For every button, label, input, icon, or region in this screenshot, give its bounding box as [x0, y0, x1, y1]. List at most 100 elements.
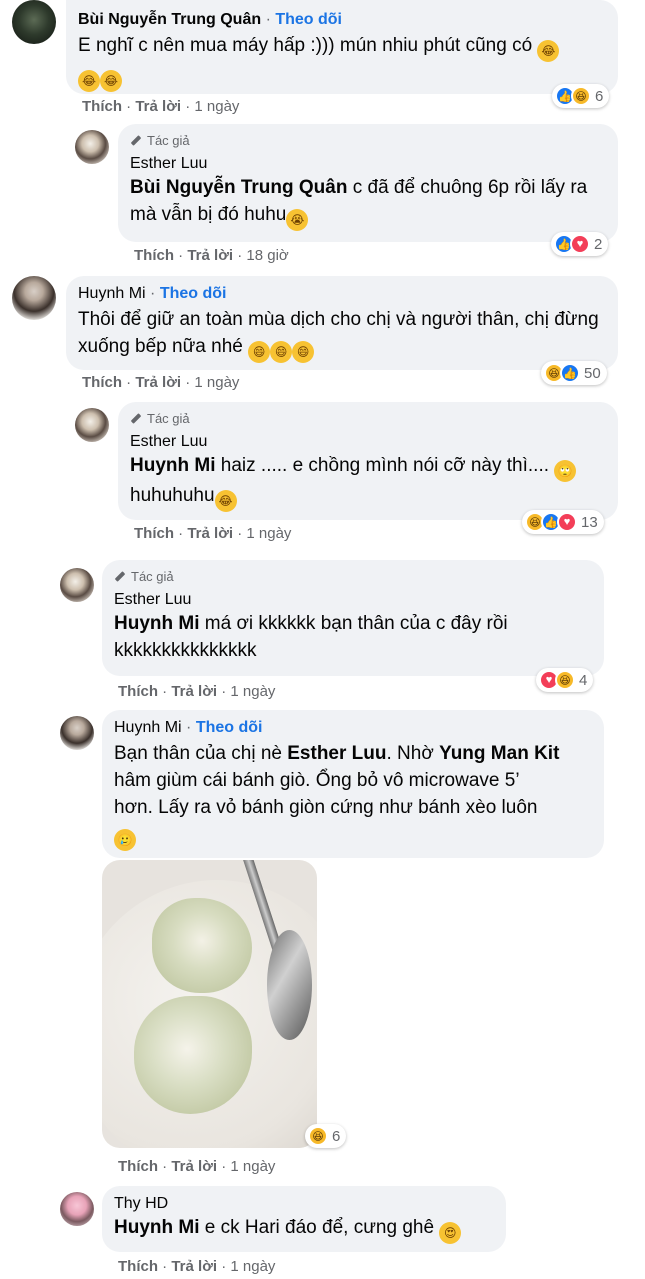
timestamp[interactable]: 1 ngày	[246, 525, 291, 542]
timestamp[interactable]: 1 ngày	[230, 1158, 275, 1175]
reply-link[interactable]: Trả lời	[187, 525, 233, 542]
comment-bubble: Huynh Mi · Theo dõi Bạn thân của chị nè …	[102, 710, 604, 858]
like-link[interactable]: Thích	[82, 98, 122, 115]
rofl-emoji-icon: 😂	[214, 490, 237, 512]
comment-text: Thôi để giữ an toàn mùa dịch cho chị và …	[78, 309, 599, 357]
follow-link[interactable]: Theo dõi	[160, 285, 227, 302]
like-link[interactable]: Thích	[134, 525, 174, 542]
reaction-count: 50	[584, 364, 601, 382]
reply-link[interactable]: Trả lời	[135, 98, 181, 115]
reply-link[interactable]: Trả lời	[171, 1258, 217, 1275]
author-badge: Tác giả	[130, 410, 606, 428]
follow-link[interactable]: Theo dõi	[275, 11, 342, 28]
reply-link[interactable]: Trả lời	[187, 247, 233, 264]
author-badge-label: Tác giả	[147, 411, 190, 426]
author-badge-label: Tác giả	[131, 569, 174, 584]
like-link[interactable]: Thích	[118, 1158, 158, 1175]
comment-text-line2: huhuhuhu	[130, 485, 215, 506]
mention[interactable]: Huynh Mi	[114, 613, 200, 634]
comment-actions: Thích · Trả lời · 1 ngày	[82, 374, 239, 391]
comment-text: má ơi kkkkkk bạn thân của c đây rồi	[199, 613, 508, 634]
like-link[interactable]: Thích	[118, 683, 158, 700]
like-link[interactable]: Thích	[82, 374, 122, 391]
separator: ·	[162, 1158, 168, 1175]
grin-emoji-icon: 😄	[292, 341, 315, 363]
comment-bubble: Bùi Nguyễn Trung Quân · Theo dõi E nghĩ …	[66, 0, 618, 94]
reaction-count: 4	[579, 671, 588, 689]
timestamp[interactable]: 18 giờ	[246, 247, 288, 264]
reaction-summary[interactable]: ♥ 😆 4	[536, 668, 594, 692]
like-icon: 👍	[560, 363, 580, 383]
separator: ·	[178, 247, 184, 264]
timestamp[interactable]: 1 ngày	[194, 374, 239, 391]
reply-link[interactable]: Trả lời	[171, 1158, 217, 1175]
avatar[interactable]	[60, 716, 94, 750]
separator: ·	[221, 1258, 227, 1275]
reaction-count: 13	[581, 513, 598, 531]
avatar[interactable]	[75, 408, 109, 442]
reaction-summary[interactable]: 😆 6	[305, 1124, 347, 1148]
reply-link[interactable]: Trả lời	[135, 374, 181, 391]
pen-icon	[130, 135, 142, 147]
pen-icon	[114, 571, 126, 583]
comment-bubble: Thy HD Huynh Mi e ck Hari đáo để, cưng g…	[102, 1186, 506, 1252]
comment-bubble: Tác giả Esther Luu Huynh Mi haiz ..... e…	[118, 402, 618, 520]
reaction-summary[interactable]: 😆 👍 50	[541, 361, 607, 385]
crying-emoji-icon: 😭	[286, 209, 309, 231]
commenter-name[interactable]: Huynh Mi	[78, 285, 146, 302]
commenter-name[interactable]: Thy HD	[114, 1194, 494, 1214]
comment-bubble: Tác giả Esther Luu Bùi Nguyễn Trung Quân…	[118, 124, 618, 242]
timestamp[interactable]: 1 ngày	[194, 98, 239, 115]
comment-actions: Thích · Trả lời · 1 ngày	[134, 525, 291, 542]
mention[interactable]: Huynh Mi	[130, 455, 216, 476]
avatar[interactable]	[75, 130, 109, 164]
mention[interactable]: Bùi Nguyễn Trung Quân	[130, 177, 347, 198]
timestamp[interactable]: 1 ngày	[230, 1258, 275, 1275]
reply-link[interactable]: Trả lời	[171, 683, 217, 700]
author-badge-label: Tác giả	[147, 133, 190, 148]
avatar[interactable]	[12, 276, 56, 320]
comment-text: hâm giùm cái bánh giò. Ổng bỏ vô microwa…	[114, 770, 520, 791]
comment-photo[interactable]	[102, 860, 317, 1148]
commenter-name[interactable]: Esther Luu	[114, 590, 592, 610]
reaction-summary[interactable]: 👍 😆 6	[552, 84, 610, 108]
separator: ·	[237, 525, 243, 542]
like-link[interactable]: Thích	[134, 247, 174, 264]
love-icon: ♥	[570, 234, 590, 254]
comment-text: . Nhờ	[386, 743, 440, 764]
avatar[interactable]	[60, 1192, 94, 1226]
avatar[interactable]	[60, 568, 94, 602]
spoon-image	[267, 930, 312, 1040]
mention[interactable]: Esther Luu	[287, 743, 386, 764]
mention[interactable]: Yung Man Kit	[439, 743, 559, 764]
follow-link[interactable]: Theo dõi	[196, 719, 263, 736]
haha-icon: 😆	[571, 86, 591, 106]
commenter-name[interactable]: Esther Luu	[130, 432, 606, 452]
separator: ·	[150, 285, 156, 302]
avatar[interactable]	[12, 0, 56, 44]
reaction-count: 2	[594, 235, 603, 253]
love-icon: ♥	[557, 512, 577, 532]
separator: ·	[265, 11, 271, 28]
reaction-summary[interactable]: 😆 👍 ♥ 13	[522, 510, 604, 534]
mention[interactable]: Huynh Mi	[114, 1217, 200, 1238]
separator: ·	[126, 374, 132, 391]
timestamp[interactable]: 1 ngày	[230, 683, 275, 700]
separator: ·	[186, 719, 192, 736]
commenter-name[interactable]: Esther Luu	[130, 154, 606, 174]
haha-icon: 😆	[555, 670, 575, 690]
separator: ·	[221, 683, 227, 700]
like-link[interactable]: Thích	[118, 1258, 158, 1275]
comment-text: hơn. Lấy ra vỏ bánh giòn cứng như bánh x…	[114, 797, 538, 818]
separator: ·	[162, 1258, 168, 1275]
rofl-emoji-icon: 😂	[78, 70, 100, 92]
commenter-name[interactable]: Huynh Mi	[114, 719, 182, 736]
commenter-name[interactable]: Bùi Nguyễn Trung Quân	[78, 11, 261, 28]
separator: ·	[237, 247, 243, 264]
reaction-summary[interactable]: 👍 ♥ 2	[551, 232, 609, 256]
tear-emoji-icon: 🥲	[114, 829, 136, 851]
comment-text: haiz ..... e chồng mình nói cỡ này thì..…	[215, 455, 550, 476]
comment-actions: Thích · Trả lời · 1 ngày	[118, 1258, 275, 1275]
comment-actions: Thích · Trả lời · 18 giờ	[134, 247, 289, 264]
comment-text-line2: kkkkkkkkkkkkkkk	[114, 640, 257, 661]
